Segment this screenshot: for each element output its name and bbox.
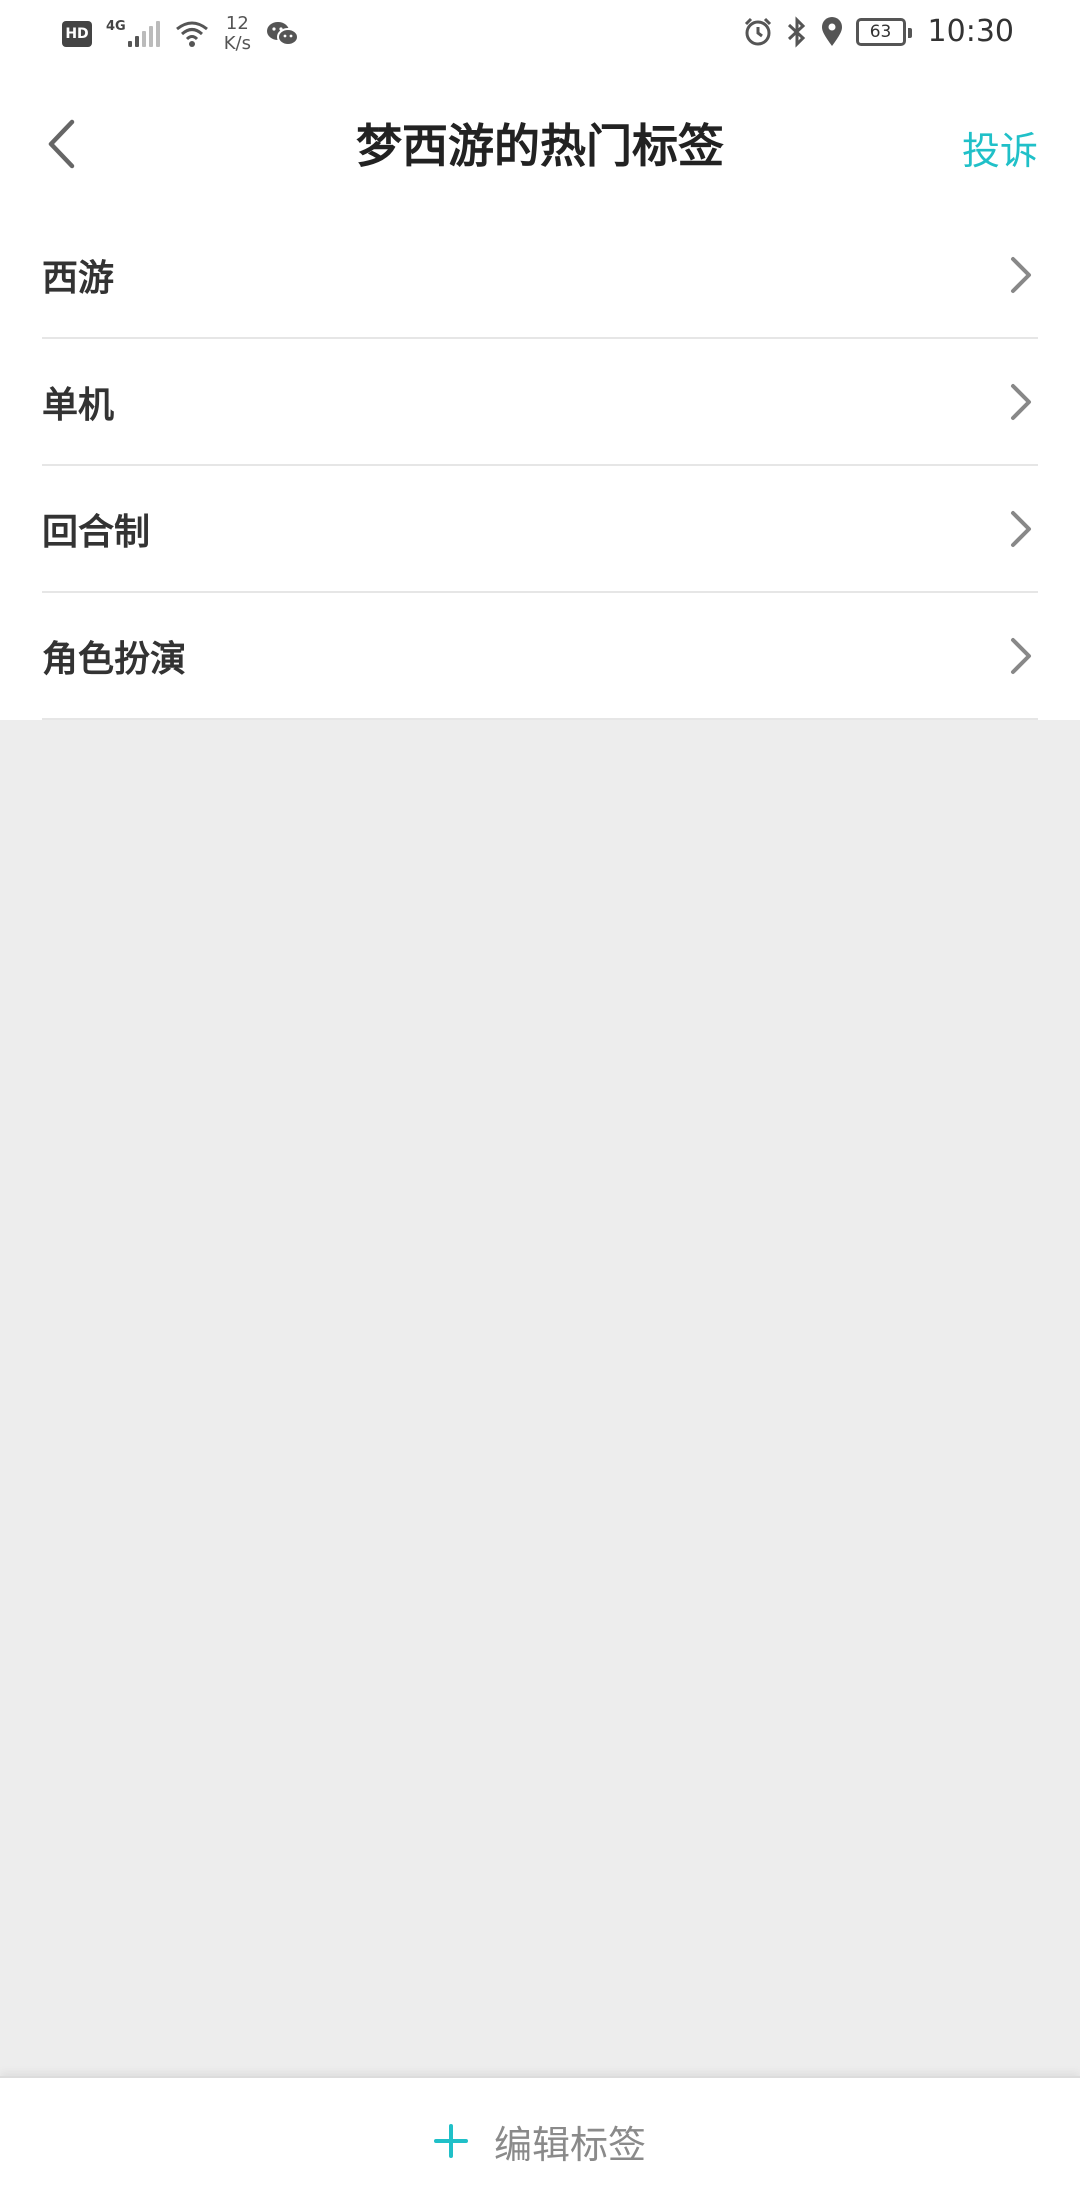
chevron-right-icon: [1011, 256, 1031, 293]
alarm-icon: [744, 17, 771, 45]
chevron-right-icon: [1011, 383, 1031, 420]
speed-unit: K/s: [223, 33, 251, 54]
chevron-right-icon: [1011, 637, 1031, 674]
bluetooth-icon: [787, 15, 805, 48]
plus-icon: [433, 2124, 468, 2158]
tag-item[interactable]: 西游: [42, 212, 1038, 339]
network-speed: 12 K/s: [224, 14, 251, 54]
report-button[interactable]: 投诉: [962, 120, 1038, 175]
bottom-bar: 编辑标签: [0, 2076, 1080, 2204]
signal-icon: [127, 21, 160, 47]
speed-value: 12: [225, 13, 249, 34]
network-type: 4G: [106, 18, 126, 34]
chevron-right-icon: [1011, 510, 1031, 547]
battery-level: 63: [869, 21, 892, 42]
tag-item[interactable]: 回合制: [42, 466, 1038, 593]
nav-bar: 梦西游的热门标签 投诉: [0, 72, 1080, 212]
edit-tags-button[interactable]: 编辑标签: [433, 2114, 646, 2169]
tag-label: 西游: [42, 257, 115, 299]
tag-list: 西游 单机 回合制 角色扮演: [0, 212, 1080, 720]
tag-item[interactable]: 角色扮演: [42, 593, 1038, 720]
screen: HD 4G 12 K/s 63 10:30 梦西游的热门标签 投诉 西游 单机 …: [0, 0, 1080, 2204]
battery-icon: 63: [855, 17, 912, 46]
tag-label: 角色扮演: [42, 638, 187, 680]
status-left: HD 4G 12 K/s: [62, 14, 299, 54]
status-right: 63 10:30: [742, 14, 1014, 49]
hd-badge: HD: [62, 21, 92, 47]
status-bar: HD 4G 12 K/s 63 10:30: [0, 0, 1080, 72]
status-time: 10:30: [927, 14, 1014, 49]
tag-label: 回合制: [42, 511, 151, 553]
edit-tags-label: 编辑标签: [493, 2122, 646, 2167]
location-icon: [821, 16, 842, 46]
wechat-icon: [266, 22, 299, 46]
tag-item[interactable]: 单机: [42, 339, 1038, 466]
tag-label: 单机: [42, 384, 115, 426]
page-title: 梦西游的热门标签: [356, 119, 724, 173]
wifi-icon: [175, 21, 208, 47]
